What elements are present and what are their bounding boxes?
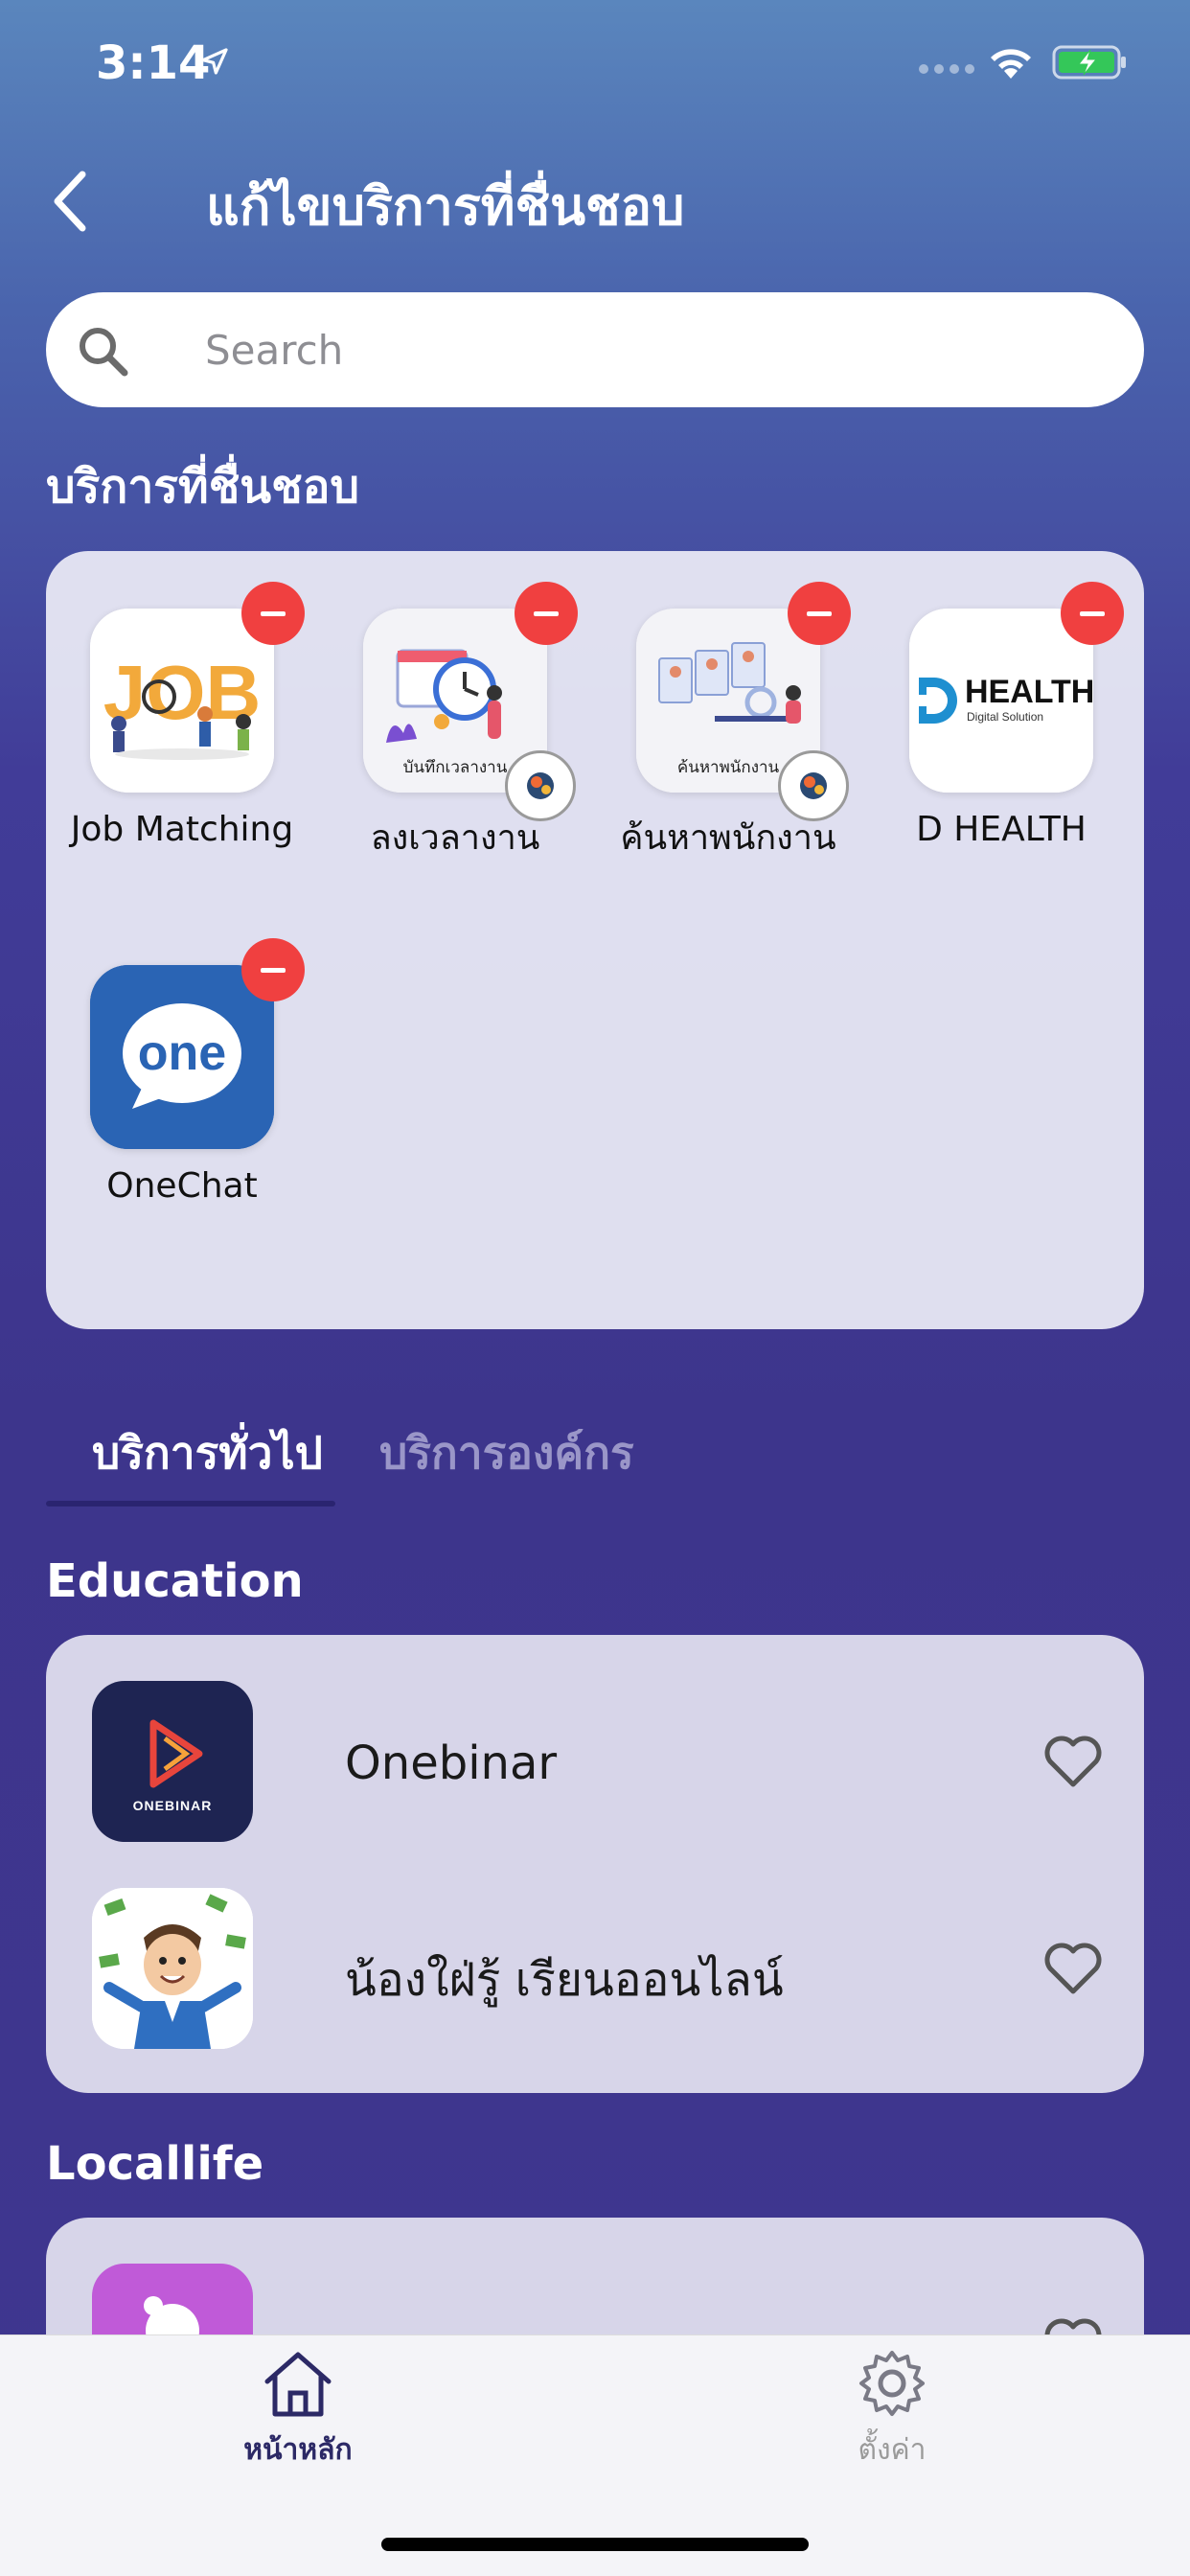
nav-settings[interactable]: ตั้งค่า (811, 2347, 973, 2472)
active-tab-indicator (46, 1501, 335, 1506)
list-item-nong-fai-ru[interactable]: น้องใฝ่รู้ เรียนออนไลน์ (92, 1888, 1102, 2049)
location-arrow-icon (201, 48, 228, 75)
remove-favorite-button[interactable] (1061, 582, 1124, 645)
d-health-logo-subtext: Digital Solution (967, 710, 1044, 724)
organization-badge-icon (778, 750, 849, 821)
favorite-tile: บันทึกเวลางาน (363, 582, 578, 821)
tab-general-services[interactable]: บริการทั่วไป (92, 1418, 323, 1488)
organization-badge-icon (505, 750, 576, 821)
favorite-tile: ค้นหาพนักงาน (636, 582, 851, 821)
home-icon (264, 2352, 332, 2417)
gear-icon (859, 2351, 925, 2416)
remove-favorite-button[interactable] (241, 582, 305, 645)
nav-settings-label: ตั้งค่า (858, 2433, 927, 2467)
home-indicator (381, 2538, 809, 2551)
nong-fai-ru-logo-icon (92, 1888, 253, 2049)
heart-outline-icon[interactable] (1042, 1940, 1104, 1997)
remove-favorite-button[interactable] (241, 938, 305, 1001)
d-health-logo-text: HEALTH (965, 674, 1095, 710)
list-item-onebinar[interactable]: ONEBINAR Onebinar (92, 1681, 1102, 1842)
favorite-label: OneChat (106, 1166, 258, 1206)
favorite-item-d-health[interactable]: HEALTH Digital Solution D HEALTH (877, 582, 1126, 849)
wifi-icon (991, 49, 1031, 79)
search-input[interactable] (205, 321, 1067, 379)
category-title-education: Education (46, 1554, 304, 1608)
heart-outline-icon[interactable] (1042, 1733, 1104, 1790)
tab-organization-services[interactable]: บริการองค์กร (379, 1418, 634, 1488)
status-bar: 3:14 (0, 0, 1190, 125)
favorite-tile: one (90, 938, 305, 1149)
favorites-section-title: บริการที่ชื่นชอบ (46, 460, 359, 514)
favorite-tile: JOB (90, 582, 305, 793)
job-matching-logo-icon: JOB (90, 609, 274, 793)
back-button[interactable] (50, 163, 107, 240)
remove-favorite-button[interactable] (788, 582, 851, 645)
favorite-item-time-attendance[interactable]: บันทึกเวลางาน ลงเวลางาน (331, 582, 580, 864)
favorite-tile: HEALTH Digital Solution (909, 582, 1124, 793)
onechat-logo-text: one (137, 1025, 227, 1081)
battery-charging-icon (1052, 45, 1126, 80)
remove-favorite-button[interactable] (515, 582, 578, 645)
onebinar-logo-text: ONEBINAR (132, 1798, 213, 1813)
nav-home[interactable]: หน้าหลัก (217, 2347, 379, 2472)
category-title-locallife: Locallife (46, 2137, 264, 2191)
onebinar-logo-icon: ONEBINAR (92, 1681, 253, 1842)
favorite-item-job-matching[interactable]: JOB Job Matching (57, 582, 307, 849)
chevron-left-icon (54, 171, 86, 232)
favorite-item-employee-search[interactable]: ค้นหาพนักงาน ค้นหาพนักงาน (604, 582, 853, 864)
nav-home-label: หน้าหลัก (243, 2433, 353, 2467)
page-title: แก้ไขบริการที่ชื่นชอบ (206, 176, 685, 237)
search-bar[interactable] (46, 292, 1144, 407)
category-card-education: ONEBINAR Onebinar น้องใฝ่รู้ เรียนออนไลน… (46, 1635, 1144, 2093)
status-time: 3:14 (96, 36, 211, 90)
search-icon (80, 328, 128, 377)
favorite-label: Job Matching (70, 810, 294, 849)
list-item-label: Onebinar (345, 1736, 558, 1790)
favorites-card: JOB Job Matching บันทึกเวลางาน ลงเวลางาน… (46, 551, 1144, 1329)
favorite-item-onechat[interactable]: one OneChat (57, 938, 307, 1206)
list-item-label: น้องใฝ่รู้ เรียนออนไลน์ (345, 1953, 784, 2007)
cellular-signal-icon (919, 64, 974, 74)
favorite-label: D HEALTH (916, 810, 1087, 849)
